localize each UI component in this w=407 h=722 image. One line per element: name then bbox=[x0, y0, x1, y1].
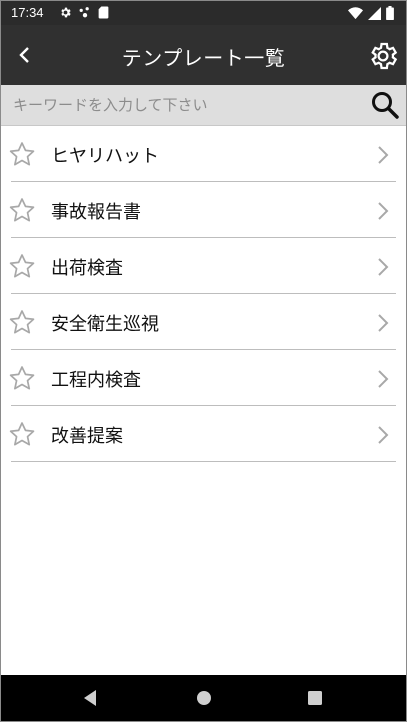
home-icon[interactable] bbox=[195, 689, 213, 707]
item-label: 安全衛生巡視 bbox=[51, 314, 159, 335]
item-label: 改善提案 bbox=[51, 426, 123, 447]
star-icon[interactable] bbox=[7, 196, 37, 225]
chevron-right-icon bbox=[378, 370, 389, 388]
navigation-bar bbox=[1, 675, 406, 721]
list-item[interactable]: 工程内検査 bbox=[9, 350, 396, 406]
list-item[interactable]: 改善提案 bbox=[9, 406, 396, 462]
search-bar bbox=[1, 85, 406, 126]
chevron-right-icon bbox=[378, 202, 389, 220]
network-icon bbox=[79, 7, 89, 18]
back-icon[interactable] bbox=[81, 689, 99, 707]
page-title: テンプレート一覧 bbox=[121, 46, 286, 70]
search-icon bbox=[372, 92, 399, 119]
status-bar: 17:34 bbox=[1, 1, 406, 25]
item-label: 事故報告書 bbox=[51, 202, 141, 223]
item-label: 出荷検査 bbox=[51, 258, 123, 279]
list-item[interactable]: 出荷検査 bbox=[9, 238, 396, 294]
list-item[interactable]: 安全衛生巡視 bbox=[9, 294, 396, 350]
search-input[interactable] bbox=[1, 85, 361, 125]
item-label: ヒヤリハット bbox=[51, 146, 159, 167]
star-icon[interactable] bbox=[7, 252, 37, 281]
search-button[interactable] bbox=[368, 88, 402, 122]
wifi-icon bbox=[348, 6, 363, 19]
battery-icon bbox=[386, 6, 394, 20]
gear-icon bbox=[371, 42, 398, 70]
chevron-right-icon bbox=[378, 258, 389, 276]
chevron-right-icon bbox=[378, 314, 389, 332]
star-icon[interactable] bbox=[7, 420, 37, 449]
sd-card-icon bbox=[98, 6, 109, 19]
item-label: 工程内検査 bbox=[51, 370, 141, 391]
star-icon[interactable] bbox=[7, 364, 37, 393]
star-icon[interactable] bbox=[7, 308, 37, 337]
template-list: ヒヤリハット 事故報告書 出荷検査 安全衛生巡視 工程内検査 改善提案 bbox=[1, 126, 406, 462]
gear-icon bbox=[61, 7, 71, 18]
list-item[interactable]: ヒヤリハット bbox=[9, 126, 396, 182]
status-left-icons bbox=[59, 6, 109, 19]
app-frame: 17:34 テンプレート一覧 ヒヤリハット bbox=[0, 0, 407, 722]
status-right-icons bbox=[348, 6, 394, 20]
app-bar: テンプレート一覧 bbox=[1, 25, 406, 85]
chevron-right-icon bbox=[378, 426, 389, 444]
list-item[interactable]: 事故報告書 bbox=[9, 182, 396, 238]
star-icon[interactable] bbox=[7, 140, 37, 169]
signal-icon bbox=[368, 6, 381, 20]
recents-icon[interactable] bbox=[307, 690, 323, 706]
settings-button[interactable] bbox=[364, 37, 402, 75]
status-time: 17:34 bbox=[11, 5, 44, 20]
chevron-right-icon bbox=[378, 146, 389, 164]
